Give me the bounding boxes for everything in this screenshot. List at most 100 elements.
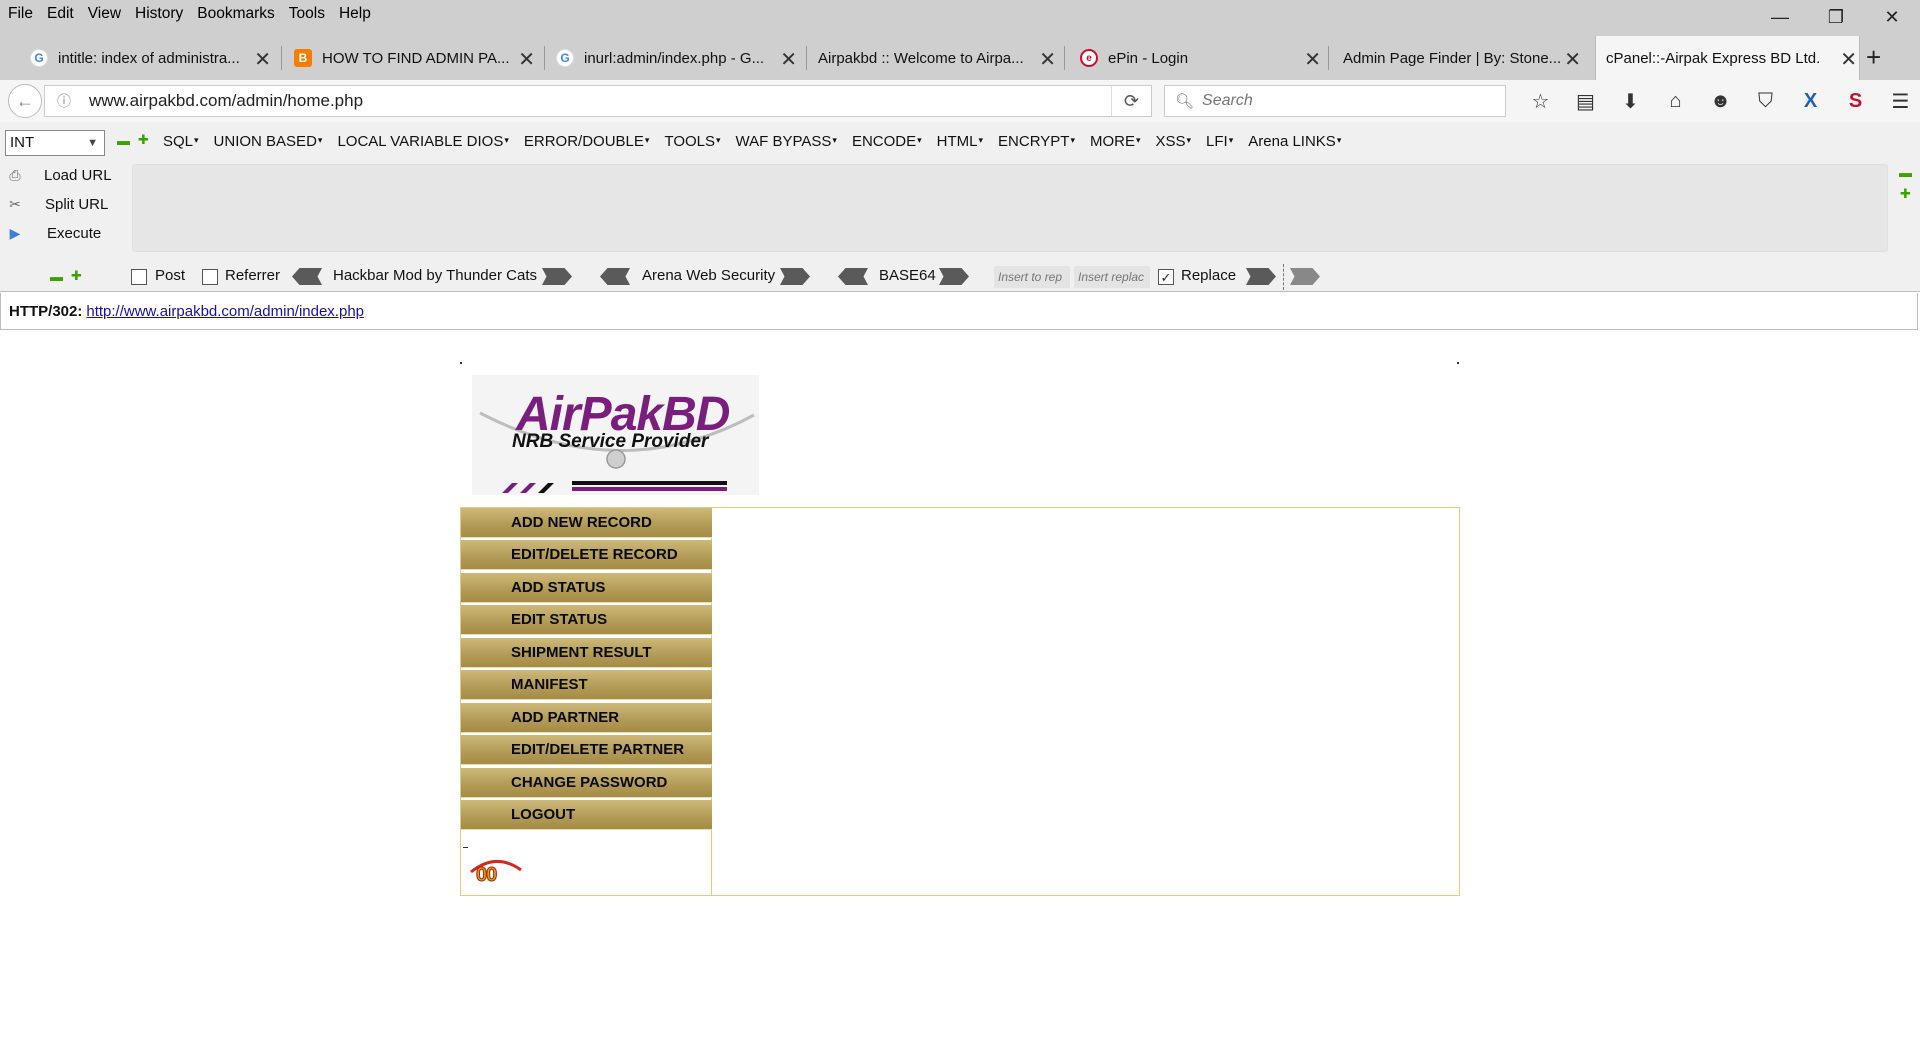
s-extension-icon[interactable]: S bbox=[1833, 86, 1878, 116]
arrow-right-icon[interactable] bbox=[1246, 268, 1276, 285]
split-url-button[interactable]: ✂ Split URL bbox=[0, 194, 108, 214]
arrow-right-icon[interactable] bbox=[1290, 268, 1320, 285]
minus-icon[interactable]: ▬ bbox=[117, 133, 130, 148]
hackbar-menu-encode[interactable]: ENCODE bbox=[852, 133, 922, 150]
close-tab-icon[interactable]: ✕ bbox=[518, 47, 535, 72]
admin-panel: ADD NEW RECORD EDIT/DELETE RECORD ADD ST… bbox=[460, 507, 1460, 896]
hackbar-panel: INT ▼ ▬ ✚ SQL UNION BASED LOCAL VARIABLE… bbox=[0, 122, 1920, 292]
http-status-code: HTTP/302: bbox=[9, 302, 83, 320]
hackbar-url-textarea[interactable] bbox=[132, 164, 1888, 252]
minus-icon[interactable]: ▬ bbox=[1899, 165, 1912, 180]
tab-title: inurl:admin/index.php - G... bbox=[584, 49, 765, 67]
minus-icon[interactable]: ▬ bbox=[50, 269, 63, 284]
hackbar-menu-lfi[interactable]: LFI bbox=[1206, 133, 1233, 150]
menu-history[interactable]: History bbox=[128, 5, 190, 23]
load-url-label: Load URL bbox=[44, 166, 112, 184]
edit-delete-partner-button[interactable]: EDIT/DELETE PARTNER bbox=[461, 735, 712, 765]
add-new-record-button[interactable]: ADD NEW RECORD bbox=[461, 508, 712, 538]
menu-view[interactable]: View bbox=[81, 5, 128, 23]
close-tab-icon[interactable]: ✕ bbox=[1039, 47, 1056, 72]
reload-icon[interactable]: ⟳ bbox=[1111, 86, 1151, 116]
home-icon[interactable]: ⌂ bbox=[1653, 86, 1698, 116]
referrer-checkbox[interactable] bbox=[202, 269, 218, 285]
hackbar-menu-tools[interactable]: TOOLS bbox=[664, 133, 720, 150]
url-text[interactable]: www.airpakbd.com/admin/home.php bbox=[89, 91, 363, 111]
chat-bubble-icon[interactable]: ☻ bbox=[1698, 86, 1743, 116]
close-tab-icon[interactable]: ✕ bbox=[1840, 47, 1857, 72]
menu-bar: File Edit View History Bookmarks Tools H… bbox=[0, 0, 1920, 28]
hackbar-menu-dios[interactable]: LOCAL VARIABLE DIOS bbox=[337, 133, 508, 150]
redirect-link[interactable]: http://www.airpakbd.com/admin/index.php bbox=[86, 303, 364, 320]
logout-button[interactable]: LOGOUT bbox=[461, 800, 712, 830]
tab-title: ePin - Login bbox=[1108, 49, 1189, 67]
x-extension-icon[interactable]: X bbox=[1788, 86, 1833, 116]
hackbar-menu-xss[interactable]: XSS bbox=[1156, 133, 1192, 150]
arrow-left-icon[interactable] bbox=[600, 268, 630, 285]
referrer-label: Referrer bbox=[225, 267, 281, 284]
search-bar[interactable]: 🔍︎ bbox=[1164, 85, 1506, 117]
arrow-left-icon[interactable] bbox=[292, 268, 322, 285]
menu-help[interactable]: Help bbox=[332, 5, 378, 23]
toolbar-icons: ☆ ▤ ⬇ ⌂ ☻ ⛉ X S ☰ bbox=[1518, 86, 1920, 116]
base64-label: BASE64 bbox=[879, 267, 936, 284]
url-bar[interactable]: ⓘ www.airpakbd.com/admin/home.php ⟳ bbox=[44, 85, 1152, 117]
download-arrow-icon[interactable]: ⬇ bbox=[1608, 86, 1653, 116]
tab-6[interactable]: Admin Page Finder | By: Stone... ✕ bbox=[1313, 42, 1583, 74]
arrow-right-icon[interactable] bbox=[542, 268, 572, 285]
tab-2[interactable]: B HOW TO FIND ADMIN PA... ✕ bbox=[292, 42, 537, 74]
manifest-button[interactable]: MANIFEST bbox=[461, 670, 712, 700]
hackbar-menu-encrypt[interactable]: ENCRYPT bbox=[998, 133, 1075, 150]
load-url-icon: ⎙ bbox=[9, 166, 21, 183]
http-status-line: HTTP/302: http://www.airpakbd.com/admin/… bbox=[0, 293, 1918, 330]
tab-separator bbox=[544, 46, 545, 70]
menu-edit[interactable]: Edit bbox=[40, 5, 81, 23]
menu-file[interactable]: File bbox=[0, 5, 40, 23]
arrow-right-icon[interactable] bbox=[939, 268, 969, 285]
tab-3[interactable]: G inurl:admin/index.php - G... ✕ bbox=[554, 42, 799, 74]
back-arrow-icon[interactable]: ← bbox=[8, 84, 42, 118]
reading-list-icon[interactable]: ▤ bbox=[1563, 86, 1608, 116]
menu-tools[interactable]: Tools bbox=[282, 5, 332, 23]
load-url-button[interactable]: ⎙ Load URL bbox=[0, 165, 111, 185]
add-partner-button[interactable]: ADD PARTNER bbox=[461, 703, 712, 733]
plus-icon[interactable]: ✚ bbox=[138, 132, 149, 148]
search-input[interactable] bbox=[1202, 92, 1483, 110]
hackbar-menu-sql[interactable]: SQL bbox=[163, 133, 199, 150]
shipment-result-button[interactable]: SHIPMENT RESULT bbox=[461, 638, 712, 668]
hackbar-menu-links[interactable]: Arena LINKS bbox=[1248, 133, 1341, 150]
edit-status-button[interactable]: EDIT STATUS bbox=[461, 605, 712, 635]
edit-delete-record-button[interactable]: EDIT/DELETE RECORD bbox=[461, 540, 712, 570]
bookmark-star-icon[interactable]: ☆ bbox=[1518, 86, 1563, 116]
tab-7-active[interactable]: cPanel::-Airpak Express BD Ltd. ✕ bbox=[1595, 36, 1860, 80]
page-content: AirPakBD NRB Service Provider ADD NEW RE… bbox=[0, 330, 1920, 1041]
close-tab-icon[interactable]: ✕ bbox=[1564, 47, 1581, 72]
add-status-button[interactable]: ADD STATUS bbox=[461, 573, 712, 603]
menu-bookmarks[interactable]: Bookmarks bbox=[190, 5, 282, 23]
info-icon[interactable]: ⓘ bbox=[51, 91, 77, 111]
close-tab-icon[interactable]: ✕ bbox=[254, 47, 271, 72]
hackbar-menu-more[interactable]: MORE bbox=[1090, 133, 1141, 150]
hackbar-menu-waf[interactable]: WAF BYPASS bbox=[736, 133, 837, 150]
tab-1[interactable]: G intitle: index of administra... ✕ bbox=[28, 42, 273, 74]
insert-replace-input[interactable] bbox=[1074, 266, 1150, 288]
hackbar-menu-error[interactable]: ERROR/DOUBLE bbox=[524, 133, 650, 150]
plus-icon[interactable]: ✚ bbox=[71, 268, 82, 284]
insert-rep-input[interactable] bbox=[994, 266, 1070, 288]
hamburger-menu-icon[interactable]: ☰ bbox=[1878, 86, 1920, 116]
tab-4[interactable]: Airpakbd :: Welcome to Airpa... ✕ bbox=[788, 42, 1058, 74]
plus-icon[interactable]: ✚ bbox=[1900, 186, 1911, 202]
hackbar-menu-html[interactable]: HTML bbox=[937, 133, 983, 150]
split-url-label: Split URL bbox=[45, 195, 109, 213]
type-select[interactable]: INT ▼ bbox=[5, 130, 105, 156]
replace-checkbox[interactable]: ✓ bbox=[1158, 269, 1174, 285]
arrow-right-icon[interactable] bbox=[780, 268, 810, 285]
new-tab-plus-icon[interactable]: + bbox=[1866, 42, 1881, 73]
post-checkbox[interactable] bbox=[131, 269, 147, 285]
execute-button[interactable]: ▶ Execute bbox=[0, 223, 102, 243]
tab-title: HOW TO FIND ADMIN PA... bbox=[322, 49, 510, 67]
arrow-left-icon[interactable] bbox=[838, 268, 868, 285]
tab-5[interactable]: e ePin - Login ✕ bbox=[1078, 42, 1323, 74]
hackbar-menu-union[interactable]: UNION BASED bbox=[214, 133, 323, 150]
pocket-icon[interactable]: ⛉ bbox=[1743, 86, 1788, 116]
change-password-button[interactable]: CHANGE PASSWORD bbox=[461, 768, 712, 798]
